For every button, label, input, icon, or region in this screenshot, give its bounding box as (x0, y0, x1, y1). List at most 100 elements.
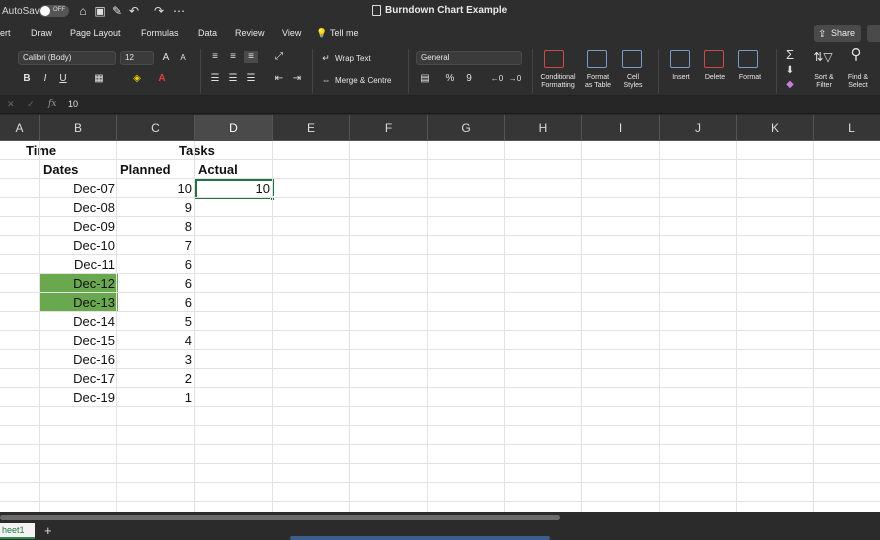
font-name-select[interactable]: Calibri (Body) (18, 51, 116, 65)
date-cell[interactable]: Dec-13 (40, 293, 118, 312)
actual-cell[interactable] (195, 312, 273, 331)
find-select-icon[interactable]: ⚲ (846, 47, 866, 62)
undo-icon[interactable]: ↶ (127, 4, 141, 18)
menu-draw[interactable]: Draw (31, 28, 52, 38)
actual-cell[interactable] (195, 217, 273, 236)
edit-icon[interactable]: ✎ (110, 4, 124, 18)
actual-cell[interactable] (195, 274, 273, 293)
underline-button[interactable]: U (58, 73, 68, 85)
column-header-b[interactable]: B (40, 115, 117, 141)
conditional-formatting-icon[interactable] (544, 50, 564, 68)
menu-page-layout[interactable]: Page Layout (70, 28, 121, 38)
wrap-text-button[interactable]: Wrap Text (335, 55, 371, 63)
increase-indent-icon[interactable]: ⇥ (290, 73, 304, 85)
planned-cell[interactable]: 10 (117, 179, 195, 198)
cell-styles-icon[interactable] (622, 50, 642, 68)
merge-centre-button[interactable]: Merge & Centre (335, 77, 391, 85)
font-color-icon[interactable]: A (156, 73, 168, 85)
redo-icon[interactable]: ↷ (152, 4, 166, 18)
planned-cell[interactable]: 6 (117, 293, 195, 312)
date-cell[interactable]: Dec-15 (40, 331, 118, 350)
autosave-toggle[interactable]: OFF (39, 5, 69, 17)
tell-me-search[interactable]: Tell me (330, 28, 359, 38)
actual-cell[interactable] (195, 350, 273, 369)
enter-icon[interactable]: ✓ (27, 99, 35, 110)
add-sheet-button[interactable]: + (44, 523, 52, 539)
align-left-icon[interactable]: ☰ (208, 73, 222, 85)
italic-button[interactable]: I (40, 73, 50, 85)
planned-cell[interactable]: 8 (117, 217, 195, 236)
menu-data[interactable]: Data (198, 28, 217, 38)
comma-style-button[interactable]: 9 (464, 73, 474, 85)
planned-cell[interactable]: 1 (117, 388, 195, 407)
save-icon[interactable]: ▣ (93, 4, 107, 18)
customize-icon[interactable]: ⋯ (172, 4, 186, 18)
actual-cell[interactable] (195, 388, 273, 407)
actual-cell[interactable] (195, 198, 273, 217)
planned-cell[interactable]: 7 (117, 236, 195, 255)
number-format-select[interactable]: General (416, 51, 522, 65)
column-header-j[interactable]: J (660, 115, 737, 141)
cancel-icon[interactable]: ✕ (7, 99, 15, 110)
planned-cell[interactable]: 2 (117, 369, 195, 388)
planned-cell[interactable]: 6 (117, 274, 195, 293)
fill-color-icon[interactable]: ◈ (130, 73, 144, 85)
actual-cell[interactable] (195, 369, 273, 388)
date-cell[interactable]: Dec-19 (40, 388, 118, 407)
sort-filter-icon[interactable]: ⇅▽ (811, 51, 835, 63)
decrease-indent-icon[interactable]: ⇤ (272, 73, 286, 85)
sheet-tab[interactable]: heet1 (0, 523, 35, 539)
column-header-g[interactable]: G (428, 115, 505, 141)
borders-icon[interactable]: ▦ (92, 73, 106, 85)
align-middle-icon[interactable]: ≡ (226, 51, 240, 63)
menu-review[interactable]: Review (235, 28, 265, 38)
cell-a1[interactable]: Time (23, 141, 103, 160)
actual-cell[interactable] (195, 293, 273, 312)
formula-input[interactable]: 10 (68, 99, 78, 109)
planned-cell[interactable]: 6 (117, 255, 195, 274)
bold-button[interactable]: B (22, 73, 32, 85)
cell-c1[interactable]: Tasks (176, 141, 256, 160)
date-cell[interactable]: Dec-09 (40, 217, 118, 236)
date-cell[interactable]: Dec-08 (40, 198, 118, 217)
autosum-icon[interactable]: Σ (783, 48, 797, 61)
clear-icon[interactable]: ◆ (783, 79, 797, 91)
home-icon[interactable]: ⌂ (76, 4, 90, 18)
delete-cells-icon[interactable] (704, 50, 724, 68)
actual-cell[interactable] (195, 331, 273, 350)
date-cell[interactable]: Dec-14 (40, 312, 118, 331)
cell-b2[interactable]: Dates (40, 160, 118, 179)
align-right-icon[interactable]: ☰ (244, 73, 258, 85)
actual-cell[interactable] (195, 255, 273, 274)
cell-d2[interactable]: Actual (195, 160, 273, 179)
spreadsheet-grid[interactable]: Time Tasks Dates Planned Actual Dec-07 10… (0, 141, 880, 512)
font-size-select[interactable]: 12 (120, 51, 154, 65)
menu-view[interactable]: View (282, 28, 301, 38)
align-top-icon[interactable]: ≡ (208, 51, 222, 63)
column-header-a[interactable]: A (0, 115, 40, 141)
date-cell[interactable]: Dec-17 (40, 369, 118, 388)
column-header-l[interactable]: L (814, 115, 880, 141)
date-cell[interactable]: Dec-07 (40, 179, 118, 198)
planned-cell[interactable]: 5 (117, 312, 195, 331)
column-header-c[interactable]: C (117, 115, 195, 141)
decrease-font-icon[interactable]: A (177, 52, 189, 64)
date-cell[interactable]: Dec-12 (40, 274, 118, 293)
date-cell[interactable]: Dec-10 (40, 236, 118, 255)
function-icon[interactable]: fx (48, 99, 56, 109)
align-bottom-icon[interactable]: ≡ (244, 51, 258, 63)
comments-button[interactable] (867, 25, 880, 42)
column-header-f[interactable]: F (350, 115, 428, 141)
insert-cells-icon[interactable] (670, 50, 690, 68)
accounting-format-icon[interactable]: ▤ (418, 73, 432, 85)
align-center-icon[interactable]: ☰ (226, 73, 240, 85)
date-cell[interactable]: Dec-16 (40, 350, 118, 369)
format-as-table-icon[interactable] (587, 50, 607, 68)
menu-insert[interactable]: ert (0, 28, 11, 38)
column-header-d[interactable]: D (195, 115, 273, 141)
planned-cell[interactable]: 3 (117, 350, 195, 369)
actual-cell[interactable] (195, 236, 273, 255)
horizontal-scrollbar[interactable] (0, 515, 560, 520)
menu-formulas[interactable]: Formulas (141, 28, 179, 38)
column-header-h[interactable]: H (505, 115, 582, 141)
